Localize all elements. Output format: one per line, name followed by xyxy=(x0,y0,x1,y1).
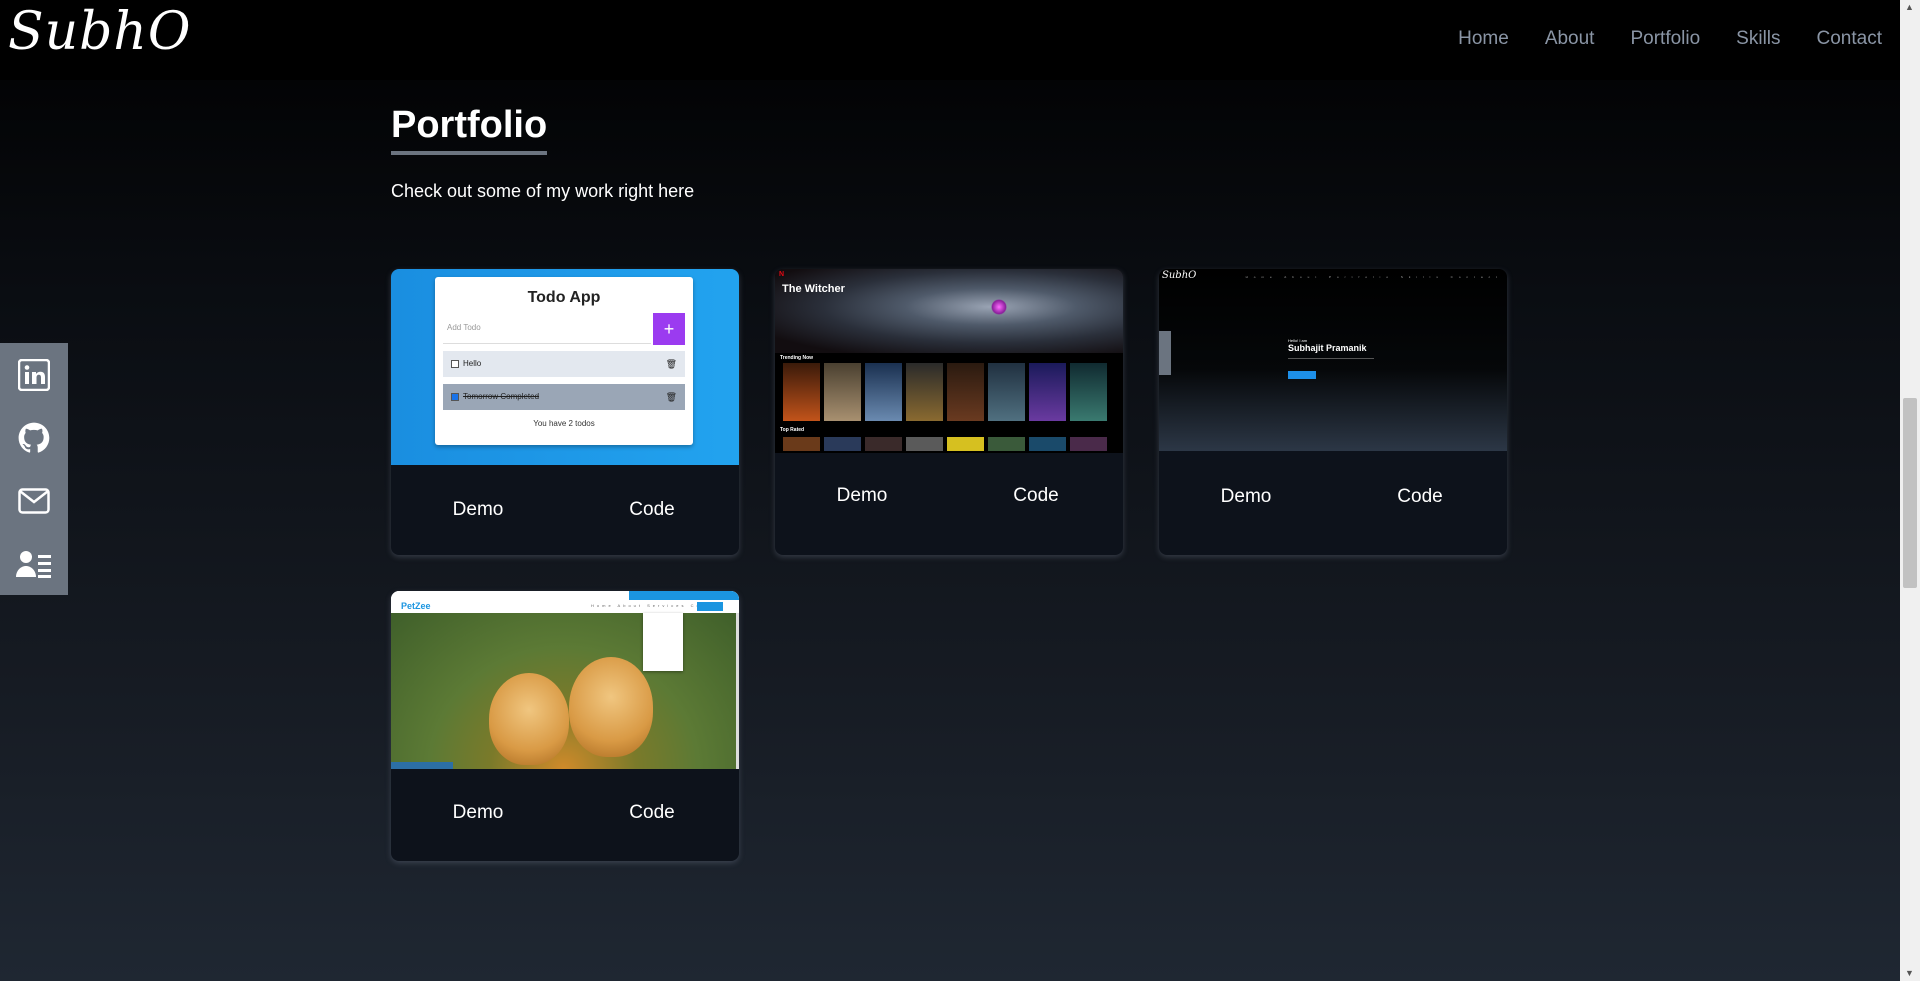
resume-icon xyxy=(16,550,51,578)
preview-title: Todo App xyxy=(527,289,601,306)
project-actions: Demo Code xyxy=(391,499,739,521)
social-sidebar xyxy=(0,343,68,595)
code-button[interactable]: Code xyxy=(949,485,1123,507)
code-button[interactable]: Code xyxy=(1333,486,1507,508)
preview-logo: PetZee xyxy=(401,601,431,611)
resume-link[interactable] xyxy=(0,532,68,595)
preview-photo xyxy=(391,613,736,769)
nav-skills[interactable]: Skills xyxy=(1736,28,1780,50)
email-link[interactable] xyxy=(0,469,68,532)
demo-button[interactable]: Demo xyxy=(1159,486,1333,508)
preview-dropdown xyxy=(643,613,683,671)
preview-todo-item: Hello 🗑 xyxy=(443,351,685,377)
project-actions: Demo Code xyxy=(775,485,1123,507)
project-preview-petzee: PetZee Home About Services Contact xyxy=(391,591,739,769)
preview-logo: SubhO xyxy=(1162,270,1197,281)
preview-todo-item: Tomorrow Completed 🗑 xyxy=(443,384,685,410)
netflix-logo-icon: N xyxy=(779,271,785,278)
nav-contact[interactable]: Contact xyxy=(1817,28,1882,50)
plus-icon: + xyxy=(653,313,685,345)
preview-social-bar xyxy=(1159,331,1171,375)
page-scrollbar[interactable]: ▲ ▼ xyxy=(1900,0,1920,981)
demo-button[interactable]: Demo xyxy=(391,802,565,824)
project-actions: Demo Code xyxy=(391,802,739,824)
project-card-todo: Todo App Add Todo + Hello 🗑 Tomorrow Comp… xyxy=(391,269,739,555)
nav-about[interactable]: About xyxy=(1545,28,1595,50)
github-icon xyxy=(18,422,50,453)
section-subtitle: Check out some of my work right here xyxy=(391,181,695,201)
preview-title: The Witcher xyxy=(782,283,845,295)
trash-icon: 🗑 xyxy=(665,392,677,402)
top-navbar: SubhO Home About Portfolio Skills Contac… xyxy=(0,0,1900,80)
nav-home[interactable]: Home xyxy=(1458,28,1509,50)
linkedin-link[interactable] xyxy=(0,343,68,406)
code-button[interactable]: Code xyxy=(565,802,739,824)
project-actions: Demo Code xyxy=(1159,486,1507,508)
linkedin-icon xyxy=(18,358,50,391)
project-preview-netflix: N The Witcher Trending Now Top Rated xyxy=(775,269,1123,453)
project-preview-todo: Todo App Add Todo + Hello 🗑 Tomorrow Comp… xyxy=(391,269,739,465)
scroll-down-icon[interactable]: ▼ xyxy=(1905,968,1914,978)
code-button[interactable]: Code xyxy=(565,499,739,521)
demo-button[interactable]: Demo xyxy=(391,499,565,521)
nav-menu: Home About Portfolio Skills Contact xyxy=(1458,28,1882,50)
preview-count: You have 2 todos xyxy=(533,419,595,428)
section-title: Portfolio xyxy=(391,104,548,155)
scrollbar-thumb[interactable] xyxy=(1903,398,1917,588)
mail-icon xyxy=(18,487,50,514)
preview-name: Subhajit Pramanik xyxy=(1288,343,1367,353)
trash-icon: 🗑 xyxy=(665,359,677,369)
preview-button xyxy=(1288,371,1316,379)
brand-logo[interactable]: SubhO xyxy=(8,0,192,64)
project-card-portfolio: SubhO Home About Portfolio Skills Contac… xyxy=(1159,269,1507,555)
demo-button[interactable]: Demo xyxy=(775,485,949,507)
project-card-petzee: PetZee Home About Services Contact Demo … xyxy=(391,591,739,861)
project-preview-portfolio: SubhO Home About Portfolio Skills Contac… xyxy=(1159,269,1507,451)
scroll-up-icon[interactable]: ▲ xyxy=(1905,2,1914,12)
github-link[interactable] xyxy=(0,406,68,469)
nav-portfolio[interactable]: Portfolio xyxy=(1630,28,1700,50)
preview-input: Add Todo xyxy=(443,313,651,344)
project-card-netflix: N The Witcher Trending Now Top Rated Dem… xyxy=(775,269,1123,555)
